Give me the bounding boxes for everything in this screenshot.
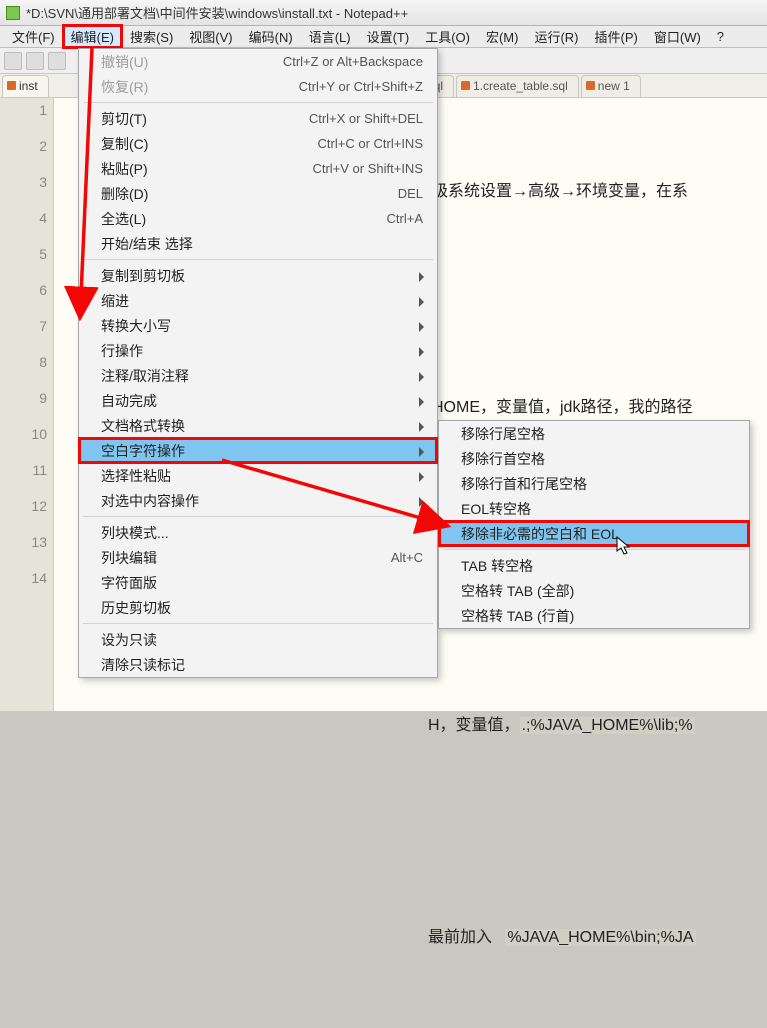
menu-window[interactable]: 窗口(W): [646, 25, 709, 48]
menu-settings[interactable]: 设置(T): [359, 25, 418, 48]
blank-operations-item[interactable]: 空白字符操作: [79, 438, 437, 463]
beginend-item[interactable]: 开始/结束 选择: [79, 231, 437, 256]
redo-item[interactable]: 恢复(R)Ctrl+Y or Ctrl+Shift+Z: [79, 74, 437, 99]
delete-item[interactable]: 删除(D)DEL: [79, 181, 437, 206]
code-line: 最前加入 %JAVA_HOME%\bin;%JA: [62, 920, 759, 956]
paste-item[interactable]: 粘贴(P)Ctrl+V or Shift+INS: [79, 156, 437, 181]
remove-unneeded-blank-item[interactable]: 移除非必需的空白和 EOL: [439, 521, 749, 546]
app-icon: [6, 6, 20, 20]
code-line: H，变量值，.;%JAVA_HOME%\lib;%: [62, 708, 759, 744]
clear-readonly-item[interactable]: 清除只读标记: [79, 652, 437, 677]
column-mode-item[interactable]: 列块模式...: [79, 520, 437, 545]
edit-dropdown: 撤销(U)Ctrl+Z or Alt+Backspace 恢复(R)Ctrl+Y…: [78, 48, 438, 678]
set-readonly-item[interactable]: 设为只读: [79, 627, 437, 652]
pastespecial-item[interactable]: 选择性粘贴: [79, 463, 437, 488]
menu-run[interactable]: 运行(R): [526, 25, 586, 48]
tool-open-icon[interactable]: [26, 52, 44, 70]
menu-edit[interactable]: 编辑(E): [63, 25, 122, 48]
line-gutter: 123 456 789 101112 1314: [0, 98, 54, 711]
lineops-item[interactable]: 行操作: [79, 338, 437, 363]
tool-save-icon[interactable]: [48, 52, 66, 70]
indent-item[interactable]: 缩进: [79, 288, 437, 313]
onselection-item[interactable]: 对选中内容操作: [79, 488, 437, 513]
menu-plugins[interactable]: 插件(P): [587, 25, 646, 48]
docformat-item[interactable]: 文档格式转换: [79, 413, 437, 438]
tab-create-table-sql[interactable]: 1.create_table.sql: [456, 75, 579, 97]
trim-leading-item[interactable]: 移除行首空格: [439, 446, 749, 471]
menubar: 文件(F) 编辑(E) 搜索(S) 视图(V) 编码(N) 语言(L) 设置(T…: [0, 26, 767, 48]
menu-help[interactable]: ?: [709, 27, 732, 46]
trim-trailing-item[interactable]: 移除行尾空格: [439, 421, 749, 446]
char-panel-item[interactable]: 字符面版: [79, 570, 437, 595]
menu-tools[interactable]: 工具(O): [417, 25, 478, 48]
tab-new1[interactable]: new 1: [581, 75, 641, 97]
copy-item[interactable]: 复制(C)Ctrl+C or Ctrl+INS: [79, 131, 437, 156]
menu-macro[interactable]: 宏(M): [478, 25, 527, 48]
menu-encoding[interactable]: 编码(N): [241, 25, 301, 48]
copyclip-item[interactable]: 复制到剪切板: [79, 263, 437, 288]
menu-language[interactable]: 语言(L): [301, 25, 359, 48]
menu-search[interactable]: 搜索(S): [122, 25, 181, 48]
undo-item[interactable]: 撤销(U)Ctrl+Z or Alt+Backspace: [79, 49, 437, 74]
trim-both-item[interactable]: 移除行首和行尾空格: [439, 471, 749, 496]
space-to-tab-all-item[interactable]: 空格转 TAB (全部): [439, 578, 749, 603]
comment-item[interactable]: 注释/取消注释: [79, 363, 437, 388]
titlebar: *D:\SVN\通用部署文档\中间件安装\windows\install.txt…: [0, 0, 767, 26]
selectall-item[interactable]: 全选(L)Ctrl+A: [79, 206, 437, 231]
column-edit-item[interactable]: 列块编辑Alt+C: [79, 545, 437, 570]
autocomplete-item[interactable]: 自动完成: [79, 388, 437, 413]
tab-to-space-item[interactable]: TAB 转空格: [439, 553, 749, 578]
menu-view[interactable]: 视图(V): [181, 25, 240, 48]
blank-ops-submenu: 移除行尾空格 移除行首空格 移除行首和行尾空格 EOL转空格 移除非必需的空白和…: [438, 420, 750, 629]
menu-file[interactable]: 文件(F): [4, 25, 63, 48]
tool-new-icon[interactable]: [4, 52, 22, 70]
clip-history-item[interactable]: 历史剪切板: [79, 595, 437, 620]
case-item[interactable]: 转换大小写: [79, 313, 437, 338]
tab-install[interactable]: inst: [2, 75, 49, 97]
title-text: *D:\SVN\通用部署文档\中间件安装\windows\install.txt…: [26, 3, 408, 22]
space-to-tab-lead-item[interactable]: 空格转 TAB (行首): [439, 603, 749, 628]
cut-item[interactable]: 剪切(T)Ctrl+X or Shift+DEL: [79, 106, 437, 131]
eol-to-space-item[interactable]: EOL转空格: [439, 496, 749, 521]
